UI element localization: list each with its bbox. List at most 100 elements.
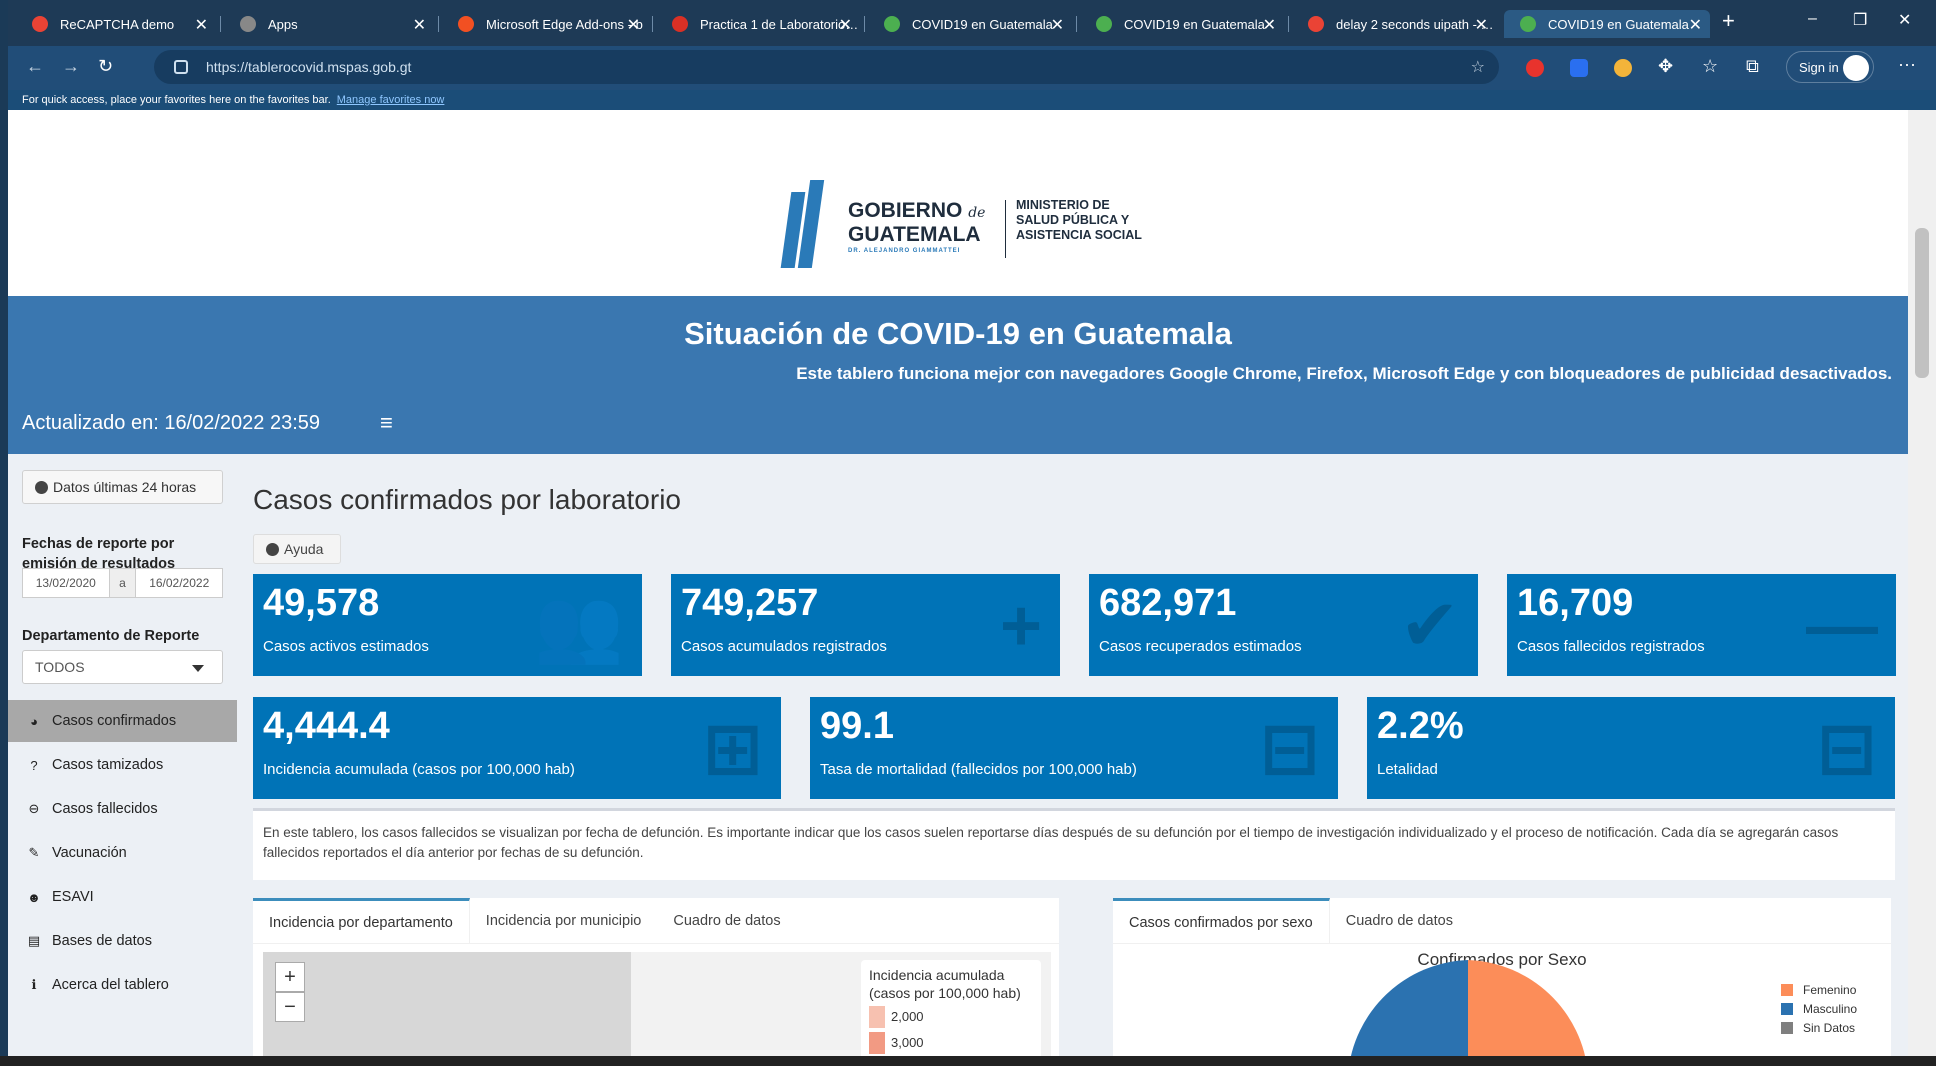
logo-divider [1005, 200, 1006, 258]
pie-legend-item[interactable]: Femenino [1781, 980, 1857, 999]
pie-legend-item[interactable]: Masculino [1781, 999, 1857, 1018]
sign-in-label: Sign in [1799, 59, 1839, 75]
browser-tab[interactable]: Apps ✕ [224, 10, 434, 38]
legend-swatch [1781, 1002, 1793, 1015]
minus-icon: — [1806, 586, 1878, 666]
help-button[interactable]: Ayuda [253, 534, 341, 564]
more-menu-icon[interactable]: ··· [1898, 54, 1916, 75]
updated-timestamp: Actualizado en: 16/02/2022 23:59 [22, 412, 321, 434]
close-tab-icon[interactable]: ✕ [627, 15, 640, 35]
legend-label: Sin Datos [1803, 1020, 1856, 1035]
sidebar-item[interactable]: ⊖ Casos fallecidos [8, 788, 237, 830]
forward-icon[interactable]: → [62, 56, 80, 77]
close-tab-icon[interactable]: ✕ [839, 15, 852, 35]
sidebar-item-label: Casos confirmados [52, 713, 177, 729]
legend-item: 3,000 [869, 1032, 1033, 1054]
manage-favorites-link[interactable]: Manage favorites now [337, 94, 445, 106]
value-box: 16,709 Casos fallecidos registrados — [1507, 574, 1896, 676]
box-label: Tasa de mortalidad (fallecidos por 100,0… [820, 761, 1137, 778]
back-icon[interactable]: ← [26, 56, 44, 77]
sign-in-button[interactable]: Sign in [1786, 51, 1874, 83]
browser-tab[interactable]: COVID19 en Guatemala ✕ [1504, 10, 1710, 38]
favorite-star-icon[interactable]: ☆ [1471, 57, 1485, 77]
box-label: Casos recuperados estimados [1099, 638, 1302, 655]
close-tab-icon[interactable]: ✕ [1051, 15, 1064, 35]
last-24h-button[interactable]: Datos últimas 24 horas [22, 470, 223, 504]
browser-tab[interactable]: Practica 1 de Laboratorio.pc ✕ [656, 10, 860, 38]
extension-ui-icon[interactable] [1570, 59, 1588, 77]
browser-tab[interactable]: ReCAPTCHA demo ✕ [16, 10, 216, 38]
sidebar-item-label: Bases de datos [52, 933, 152, 949]
refresh-icon[interactable]: ↻ [98, 56, 113, 77]
panel-tab[interactable]: Cuadro de datos [1330, 898, 1469, 944]
close-tab-icon[interactable]: ✕ [1263, 15, 1276, 35]
covid-icon [1520, 16, 1536, 32]
date-from-input[interactable]: 13/02/2020 [23, 569, 109, 597]
sidebar-item[interactable]: ◕ Casos confirmados [8, 700, 237, 742]
address-bar[interactable]: https://tablerocovid.mspas.gob.gt ☆ [154, 50, 1499, 84]
scrollbar-thumb[interactable] [1915, 228, 1929, 378]
legend-swatch [869, 1032, 885, 1054]
sidebar-item[interactable]: ? Casos tamizados [8, 744, 237, 786]
sidebar-item-label: Casos fallecidos [52, 801, 158, 817]
page-scrollbar[interactable] [1908, 110, 1936, 1066]
minimize-button[interactable]: – [1808, 10, 1817, 28]
browser-tab[interactable]: COVID19 en Guatemala ✕ [1080, 10, 1284, 38]
value-box: 749,257 Casos acumulados registrados + [671, 574, 1060, 676]
panel-tab[interactable]: Incidencia por departamento [253, 898, 470, 944]
browser-tab[interactable]: COVID19 en Guatemala ✕ [868, 10, 1072, 38]
caret-down-icon [192, 665, 204, 672]
favorites-bar: For quick access, place your favorites h… [8, 90, 1936, 110]
info-note: En este tablero, los casos fallecidos se… [253, 808, 1895, 880]
sidebar-item[interactable]: ▤ Bases de datos [8, 920, 237, 962]
incidence-map[interactable]: + − Incidencia acumulada (casos por 100,… [263, 952, 1051, 1066]
new-tab-button[interactable]: + [1722, 8, 1735, 34]
map-tabs: Incidencia por departamento Incidencia po… [253, 898, 1059, 944]
box-value: 2.2% [1377, 705, 1464, 747]
minus-circle-icon: ⊖ [28, 801, 40, 816]
sidebar-item[interactable]: ℹ Acerca del tablero [8, 964, 237, 1006]
close-tab-icon[interactable]: ✕ [1475, 15, 1488, 35]
legend-title: Incidencia acumulada (casos por 100,000 … [869, 967, 1021, 1001]
head-icon: ☻ [27, 889, 41, 905]
sidebar-item-label: Acerca del tablero [52, 977, 169, 993]
close-tab-icon[interactable]: ✕ [1689, 15, 1702, 35]
close-window-button[interactable]: ✕ [1898, 10, 1911, 30]
pie-legend-item[interactable]: Sin Datos [1781, 1018, 1857, 1037]
date-separator: a [108, 569, 137, 597]
extensions-icon[interactable]: ✥ [1658, 56, 1673, 77]
zoom-out-button[interactable]: − [275, 992, 305, 1022]
extension-red-icon[interactable] [1526, 59, 1544, 77]
department-select[interactable]: TODOS [22, 650, 223, 684]
check-icon: ✔ [1399, 586, 1460, 666]
browser-tab[interactable]: delay 2 seconds uipath - Bu ✕ [1292, 10, 1496, 38]
apps-grid-icon [240, 16, 256, 32]
panel-tab[interactable]: Incidencia por municipio [470, 898, 658, 944]
sidebar-item[interactable]: ✎ Vacunación [8, 832, 237, 874]
page-content: GOBIERNO de GUATEMALA DR. ALEJANDRO GIAM… [8, 110, 1908, 1066]
hamburger-menu-icon[interactable]: ≡ [380, 410, 393, 436]
close-tab-icon[interactable]: ✕ [195, 15, 208, 35]
panel-tab[interactable]: Cuadro de datos [657, 898, 796, 944]
microsoft-icon [458, 16, 474, 32]
tab-title: ReCAPTCHA demo [60, 16, 175, 32]
sidebar-item[interactable]: ☻ ESAVI [8, 876, 237, 918]
restore-button[interactable]: ❐ [1853, 10, 1867, 30]
collections-icon[interactable]: ⧉ [1746, 56, 1759, 77]
favorites-icon[interactable]: ☆ [1702, 56, 1718, 77]
value-box: 49,578 Casos activos estimados 👥 [253, 574, 642, 676]
zoom-in-button[interactable]: + [275, 962, 305, 992]
tab-separator [1288, 16, 1289, 32]
panel-tab[interactable]: Casos confirmados por sexo [1113, 898, 1330, 944]
date-to-input[interactable]: 16/02/2022 [136, 569, 222, 597]
extension-person-icon[interactable] [1614, 59, 1632, 77]
sidebar-item-label: Casos tamizados [52, 757, 164, 773]
pie-legend: Femenino Masculino Sin Datos [1781, 980, 1857, 1037]
lock-icon [174, 60, 188, 74]
gobierno-logo-text: GOBIERNO de GUATEMALA DR. ALEJANDRO GIAM… [848, 199, 986, 255]
legend-label: Masculino [1803, 1001, 1858, 1016]
url-text[interactable]: https://tablerocovid.mspas.gob.gt [206, 59, 411, 75]
tab-strip: ReCAPTCHA demo ✕ Apps ✕ Microsoft Edge Add-o… [8, 0, 1936, 46]
browser-tab[interactable]: Microsoft Edge Add-ons - b ✕ [442, 10, 648, 38]
close-tab-icon[interactable]: ✕ [413, 15, 426, 35]
